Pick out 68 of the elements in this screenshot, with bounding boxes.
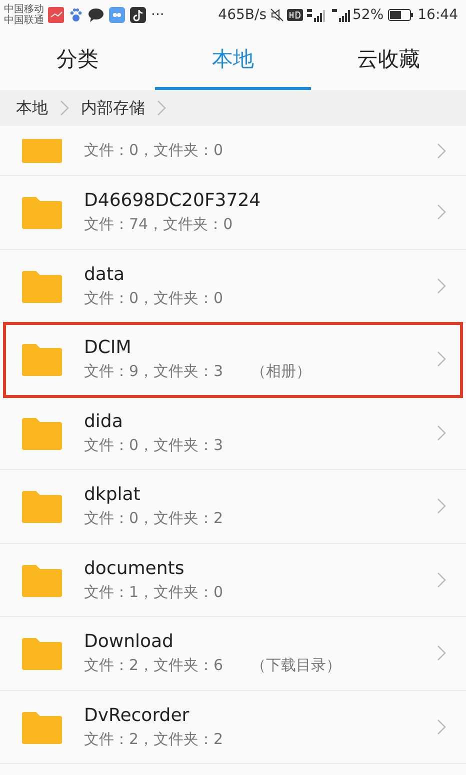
tab[interactable]: 分类 [0,30,156,90]
folder-icon [22,562,62,597]
music-note-icon [130,7,146,23]
folder-info: 文件：0，文件夹：2 [84,509,224,528]
folder-name: DvRecorder [84,704,190,726]
folder-name: data [84,264,126,285]
chevron-icon [437,142,446,158]
chevron-icon [437,351,446,368]
folder-name: documents [84,558,186,579]
hd-icon [286,9,303,21]
folder-name: dida [84,410,124,432]
file-row[interactable]: dkplat 文件：0，文件夹：2 [0,470,466,544]
tab[interactable]: 云收藏 [310,30,466,90]
chat-icon [88,8,104,22]
folder-name: Download [84,631,174,652]
chevron-icon [437,645,446,662]
folder-info: 文件：74，文件夹：0 [84,215,233,234]
folder-info: 文件：0，文件夹：0 [84,288,224,308]
battery-icon [388,9,414,21]
folder-info: 文件：2，文件夹：6 [84,656,224,676]
folder-info: 文件：2，文件夹：2 [84,730,224,749]
app-icon [109,7,125,23]
file-row[interactable]: DvRecorder 文件：2，文件夹：2 [0,690,466,764]
folder-info: 文件：9，文件夹：3 [84,362,224,382]
battery-percent: 52% [352,7,384,23]
file-row[interactable]: D46698DC20F3724 文件：74，文件夹：0 [0,176,466,250]
file-row[interactable]: documents 文件：1，文件夹：0 [0,544,466,617]
chevron-icon [437,498,446,514]
network-speed: 465B/s [218,7,267,23]
file-row[interactable]: Download 文件：2，文件夹：6 （下载目录） [0,617,466,690]
more-notifications: ··· [151,7,164,23]
signal-icon [306,8,328,22]
clock: 16:44 [418,7,458,23]
chevron-icon [60,100,69,116]
file-row[interactable]: data 文件：0，文件夹：0 [0,250,466,323]
file-row[interactable]: DCIM 文件：9，文件夹：3 （相册） [4,323,462,396]
folder-info: 文件：0，文件夹：3 [84,436,224,455]
folder-icon [22,489,62,524]
mute-icon [270,8,284,22]
breadcrumb-item[interactable]: 本地 [16,98,48,118]
folder-name: dkplat [84,484,142,506]
chevron-icon [437,424,446,441]
signal-icon [330,8,353,22]
app-icon [48,7,64,23]
carrier-name: 中国联通 [4,15,44,26]
breadcrumb-item[interactable]: 内部存储 [81,98,145,118]
folder-icon [22,416,62,450]
paw-icon [69,7,83,23]
folder-icon [22,636,62,670]
folder-note: （相册） [251,362,312,382]
folder-name: D46698DC20F3724 [84,190,262,212]
folder-icon [22,138,62,162]
file-row[interactable]: 文件：0，文件夹：0 [0,126,466,176]
folder-note: （下载目录） [251,656,342,676]
folder-info: 文件：1，文件夹：0 [84,582,224,602]
carrier-name: 中国移动 [4,4,44,15]
folder-name: DCIM [84,337,132,358]
folder-icon [22,268,62,303]
folder-icon [22,195,62,230]
chevron-icon [437,278,446,294]
chevron-icon [437,572,446,588]
file-row[interactable]: dida 文件：0，文件夹：3 [0,396,466,470]
chevron-icon [157,100,166,116]
folder-icon [22,342,62,376]
folder-icon [22,710,62,744]
folder-info: 文件：0，文件夹：0 [84,141,224,160]
chevron-icon [437,204,446,220]
chevron-icon [437,718,446,735]
